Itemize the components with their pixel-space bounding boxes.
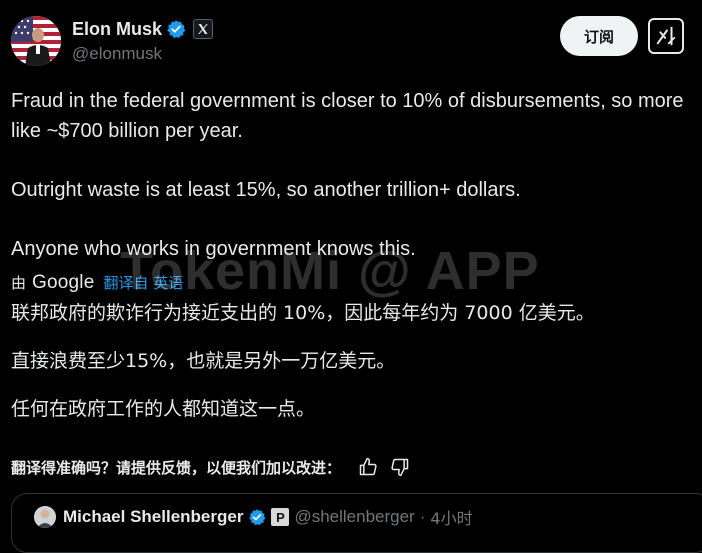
verified-badge-icon[interactable] [248,508,266,526]
translated-paragraph: 任何在政府工作的人都知道这一点。 [11,398,316,420]
translated-text: 联邦政府的欺诈行为接近支出的 10%，因此每年约为 7000 亿美元。 直接浪费… [11,298,701,424]
post-paragraph: Outright waste is at least 15%, so anoth… [11,179,521,201]
subscribe-button[interactable]: 订阅 [560,16,638,56]
quoted-post-header: Michael Shellenberger P @shellenberger ·… [63,506,473,528]
post-card: Elon Musk @elonmusk 订阅 Fraud in the fede… [0,0,702,553]
post-paragraph: Anyone who works in government knows thi… [11,238,416,260]
separator: · [419,507,426,526]
quoted-author-handle[interactable]: @shellenberger [294,507,414,527]
translation-prefix: 由 [11,274,27,292]
author-avatar[interactable] [11,16,61,66]
grok-icon[interactable] [648,18,684,54]
author-name-row: Elon Musk [72,17,214,41]
feedback-question: 翻译得准确吗？请提供反馈，以便我们加以改进： [11,458,342,477]
translated-paragraph: 直接浪费至少15%，也就是另外一万亿美元。 [11,350,396,372]
quoted-author-avatar[interactable] [34,506,56,528]
author-display-name[interactable]: Elon Musk [72,17,162,41]
translated-paragraph: 联邦政府的欺诈行为接近支出的 10%，因此每年约为 7000 亿美元。 [11,302,595,324]
quoted-author-name[interactable]: Michael Shellenberger [63,507,243,527]
translation-feedback: 翻译得准确吗？请提供反馈，以便我们加以改进： [11,454,413,480]
quoted-post-time[interactable]: 4小时 [430,505,472,529]
x-logo-icon[interactable] [193,19,214,39]
post-paragraph: Fraud in the federal government is close… [11,90,684,142]
verified-badge-icon[interactable] [166,19,186,39]
google-logo: Google [32,272,95,293]
post-text: Fraud in the federal government is close… [11,86,691,264]
quoted-post[interactable]: Michael Shellenberger P @shellenberger ·… [11,493,702,553]
avatar-image [11,16,61,66]
thumbs-down-icon[interactable] [387,454,413,480]
affiliate-badge[interactable]: P [271,508,290,526]
thumbs-up-icon[interactable] [355,454,381,480]
author-handle[interactable]: @elonmusk [72,43,162,65]
translation-attribution: 由 Google 翻译自 英语 [11,272,183,294]
translated-from-link[interactable]: 翻译自 英语 [103,272,183,293]
